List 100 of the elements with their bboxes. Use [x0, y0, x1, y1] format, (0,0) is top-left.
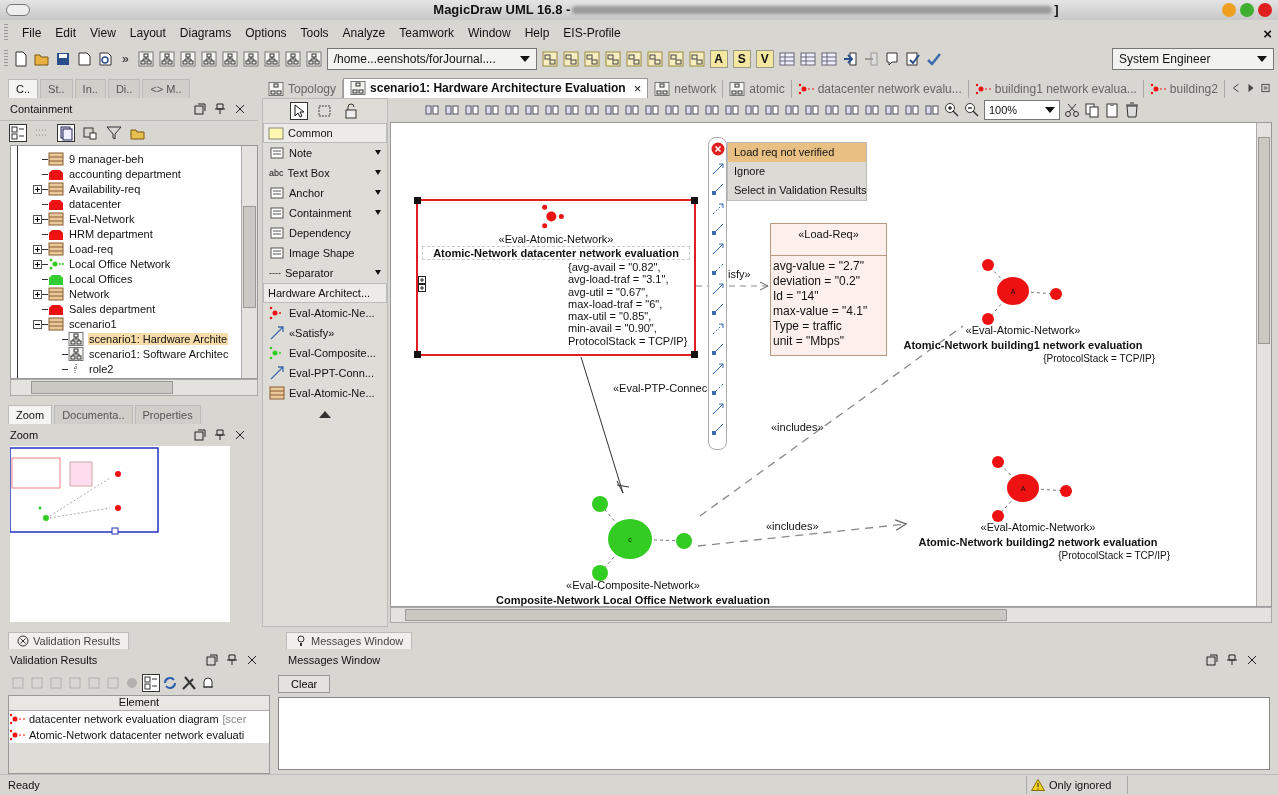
tree-item[interactable]: scenario1: Software Architec	[88, 348, 230, 361]
diagram-tab[interactable]: Topology	[262, 79, 344, 98]
menu-item[interactable]: Teamwork	[399, 25, 454, 42]
palette-item[interactable]: Containment	[263, 202, 387, 223]
menu-item[interactable]: Diagrams	[179, 25, 232, 42]
tree-item[interactable]: 9 manager-beh	[68, 153, 145, 166]
diagram-type-icon[interactable]	[562, 51, 579, 68]
tab-list-icon[interactable]	[1260, 82, 1270, 93]
pointer-icon[interactable]	[291, 102, 307, 119]
expand-toggle[interactable]	[33, 214, 42, 224]
close-button[interactable]	[1258, 3, 1272, 17]
dropdown-arrow-icon[interactable]	[375, 170, 381, 176]
validation-result-row[interactable]: datacenter network evaluation diagram [scer	[9, 711, 269, 728]
pin-icon[interactable]	[226, 654, 238, 667]
diagram-icon[interactable]	[263, 51, 280, 68]
diagram-type-icon[interactable]	[583, 51, 600, 68]
scroll-left-icon[interactable]	[1230, 82, 1240, 93]
tree-item[interactable]: Local Offices	[68, 273, 134, 286]
page-icon[interactable]	[76, 51, 92, 68]
diagram-icon[interactable]	[221, 51, 238, 68]
palette-item[interactable]: «Satisfy»	[263, 322, 387, 343]
diagram-canvas[interactable]	[391, 122, 1256, 606]
tree-item[interactable]: Network	[68, 288, 111, 301]
validation-status[interactable]: Only ignored	[1026, 776, 1128, 794]
import-icon[interactable]	[841, 51, 858, 68]
perspective-dropdown[interactable]: System Engineer	[1112, 48, 1274, 71]
browser-tab[interactable]: St..	[40, 78, 73, 98]
expand-toggle[interactable]	[33, 319, 42, 329]
resize-handle[interactable]	[414, 196, 421, 204]
close-icon[interactable]	[234, 428, 246, 441]
note-icon[interactable]	[883, 51, 900, 68]
relationship-icon[interactable]	[710, 401, 725, 416]
palette-item[interactable]: Eval-Atomic-Ne...	[263, 382, 387, 403]
panel-tab[interactable]: Messages Window	[286, 632, 413, 650]
lock-icon[interactable]	[343, 102, 359, 119]
palette-item[interactable]: Image Shape	[263, 242, 387, 263]
menu-item[interactable]: Analyze	[342, 25, 386, 42]
palette-item[interactable]: Eval-PPT-Conn...	[263, 362, 387, 383]
menu-item[interactable]: Help	[524, 25, 550, 42]
diagram-tab[interactable]: datacenter network evalu...	[791, 79, 969, 98]
relationship-icon[interactable]	[710, 361, 725, 376]
diagram-type-icon[interactable]	[625, 51, 642, 68]
copy-icon[interactable]	[1084, 101, 1100, 118]
includes-arrow[interactable]	[697, 519, 907, 547]
panel-tab[interactable]: Zoom	[8, 404, 53, 424]
window-icon[interactable]	[82, 124, 98, 141]
messages-text-area[interactable]	[278, 697, 1270, 770]
tree-item[interactable]: Eval-Network	[68, 213, 136, 226]
dropdown-arrow-icon[interactable]	[375, 190, 381, 196]
diagram-tab[interactable]: scenario1: Hardware Architecture Evaluation ×	[343, 77, 649, 98]
table-icon[interactable]	[799, 51, 816, 68]
dropdown-arrow-icon[interactable]	[375, 270, 381, 276]
resize-handle[interactable]	[691, 350, 698, 358]
relationship-icon[interactable]	[710, 161, 725, 176]
diagram-icon[interactable]	[158, 51, 175, 68]
column-header[interactable]: Element	[9, 696, 269, 712]
restore-icon[interactable]	[1206, 654, 1218, 667]
dropdown-arrow-icon[interactable]	[375, 150, 381, 156]
diagram-tab[interactable]: network	[648, 79, 724, 98]
window-menu-icon[interactable]	[6, 4, 30, 16]
trash-icon[interactable]	[1124, 101, 1140, 118]
browser-tab[interactable]: <> M..	[142, 78, 190, 98]
print-preview-icon[interactable]	[97, 51, 113, 68]
toolbar-overflow[interactable]: »	[122, 52, 129, 67]
diagram-icon[interactable]	[305, 51, 322, 68]
diagram-overview-drawing[interactable]	[10, 445, 230, 622]
restore-icon[interactable]	[194, 102, 206, 115]
paste-icon[interactable]	[1104, 101, 1120, 118]
tree-item[interactable]: role2	[88, 363, 115, 376]
diagram-tab[interactable]: building1 network evalua...	[968, 79, 1144, 98]
browser-tab[interactable]: In..	[74, 78, 106, 98]
cut-icon[interactable]	[1064, 101, 1080, 118]
menu-item[interactable]: Ignore	[728, 161, 866, 181]
relationship-icon[interactable]	[710, 381, 725, 396]
diagram-type-icon[interactable]	[541, 51, 558, 68]
relationship-icon[interactable]	[710, 281, 725, 296]
close-tab-button[interactable]: ×	[633, 80, 642, 96]
documents-icon[interactable]	[58, 124, 74, 141]
atomic-network-icon[interactable]	[982, 258, 1062, 325]
menu-item[interactable]: Layout	[129, 25, 166, 42]
relationship-icon[interactable]	[710, 301, 725, 316]
satisfy-arrow[interactable]	[695, 281, 769, 291]
menu-item[interactable]: Options	[245, 25, 287, 42]
panel-tab[interactable]: Properties	[134, 404, 201, 424]
relationship-icon[interactable]	[710, 221, 725, 236]
expand-toggle[interactable]	[33, 184, 42, 194]
pin-icon[interactable]	[214, 102, 226, 115]
diagram-type-icon[interactable]	[667, 51, 684, 68]
save-icon[interactable]	[55, 51, 71, 68]
relationship-icon[interactable]	[710, 421, 725, 436]
close-icon[interactable]	[1246, 654, 1258, 667]
menu-item[interactable]: EIS-Profile	[563, 25, 621, 42]
pin-icon[interactable]	[1226, 654, 1238, 667]
diagram-icon[interactable]	[179, 51, 196, 68]
zoom-out-icon[interactable]	[964, 101, 980, 118]
profile-button[interactable]: A	[709, 50, 728, 69]
close-button[interactable]: ×	[1263, 24, 1272, 42]
expand-toggle[interactable]	[33, 244, 42, 254]
close-icon[interactable]	[234, 102, 246, 115]
tree-item[interactable]: Availability-req	[68, 183, 142, 196]
